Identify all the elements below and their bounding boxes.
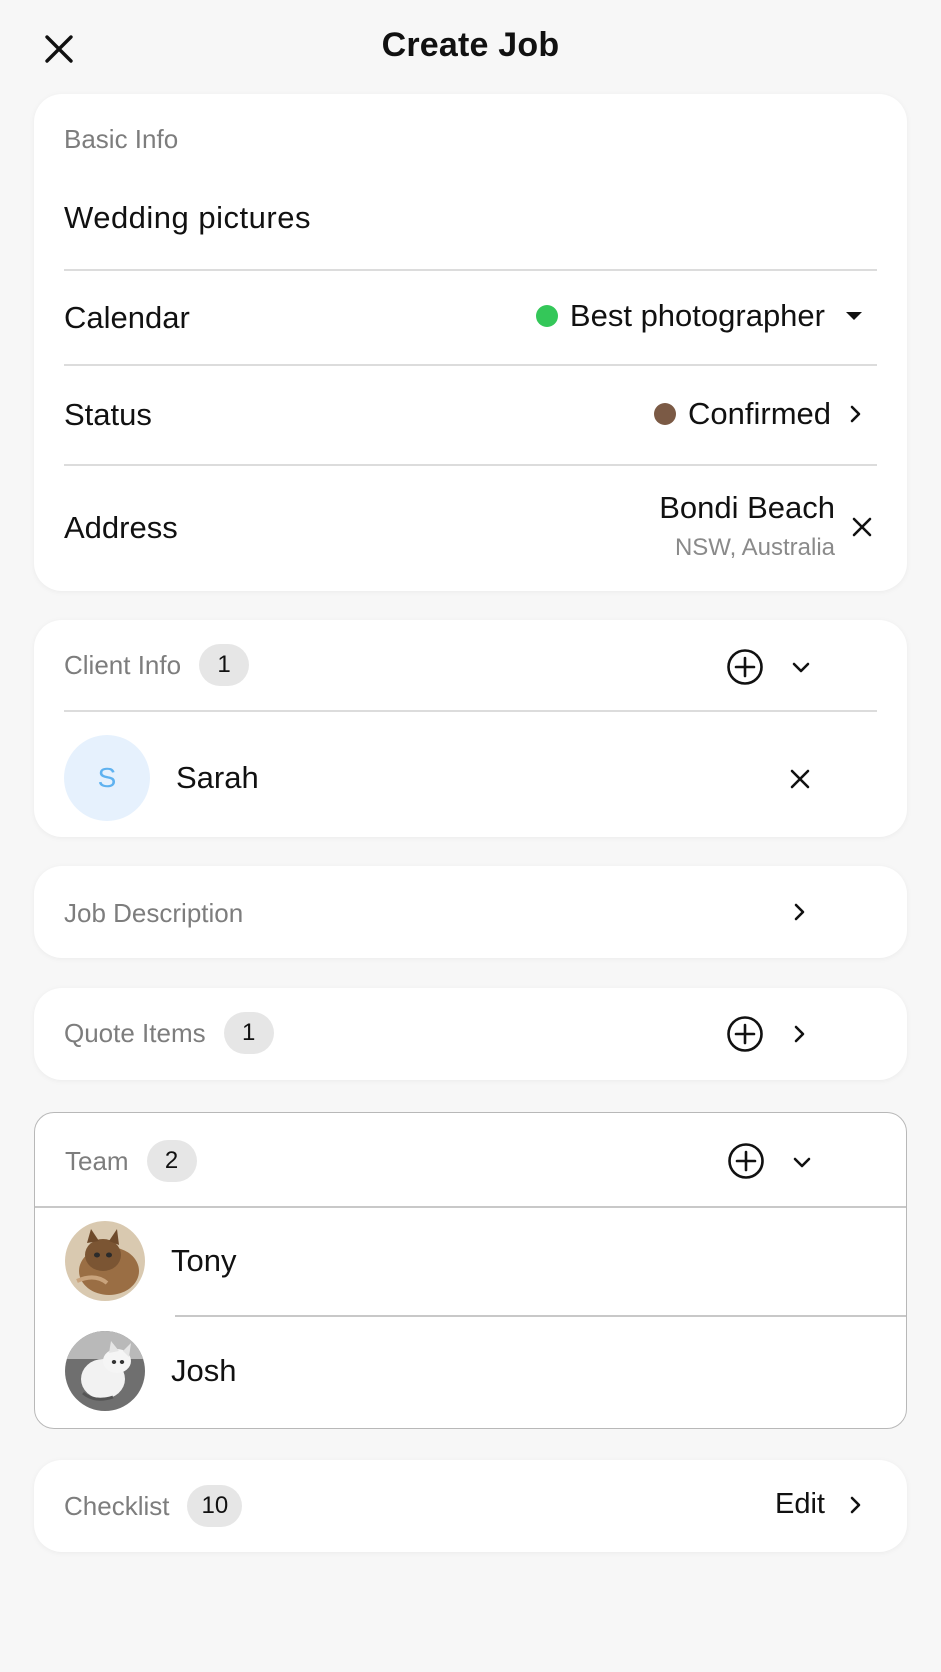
divider (35, 1206, 906, 1208)
avatar: S (64, 735, 150, 821)
team-member-row[interactable]: Tony (65, 1221, 236, 1301)
plus-circle-icon (727, 649, 763, 685)
add-team-member-button[interactable] (725, 1140, 767, 1182)
client-count-badge: 1 (199, 644, 250, 686)
checklist-header: Checklist 10 (64, 1485, 243, 1527)
calendar-color-dot (535, 305, 558, 327)
open-quote-items[interactable] (786, 1020, 814, 1048)
cat-photo-icon (65, 1331, 145, 1411)
remove-client-button[interactable] (784, 763, 816, 795)
header: Create Job (0, 0, 941, 96)
team-card: Team 2 Tony Josh (34, 1112, 907, 1429)
close-icon (790, 769, 810, 789)
quote-items-card[interactable]: Quote Items 1 (34, 988, 907, 1080)
address-value[interactable]: Bondi Beach NSW, Australia (659, 490, 835, 562)
team-count-badge: 2 (146, 1140, 197, 1182)
address-line1: Bondi Beach (659, 490, 835, 525)
create-job-screen: Create Job Basic Info Wedding pictures C… (0, 0, 941, 1672)
plus-circle-icon (727, 1016, 763, 1052)
quote-items-header: Quote Items 1 (64, 1012, 274, 1054)
team-label: Team (65, 1145, 129, 1176)
chevron-right-icon (794, 903, 805, 921)
basic-info-label: Basic Info (64, 124, 179, 154)
calendar-value: Best photographer (569, 298, 825, 333)
client-row[interactable]: S Sarah (64, 735, 259, 821)
collapse-client-button[interactable] (786, 652, 816, 682)
plus-circle-icon (728, 1143, 764, 1179)
team-member-name: Tony (171, 1243, 237, 1278)
caret-down-icon (846, 312, 862, 320)
divider (64, 269, 877, 271)
avatar (65, 1221, 145, 1301)
page-title: Create Job (381, 26, 560, 64)
basic-info-card: Basic Info Wedding pictures Calendar Bes… (34, 94, 907, 591)
job-title-field[interactable]: Wedding pictures (64, 200, 311, 236)
divider (175, 1315, 906, 1317)
chevron-right-icon (794, 1025, 805, 1043)
client-name: Sarah (176, 760, 259, 795)
divider (64, 710, 877, 712)
team-member-name: Josh (171, 1353, 237, 1388)
quote-count-badge: 1 (223, 1012, 274, 1054)
collapse-team-button[interactable] (787, 1147, 817, 1177)
clear-address-button[interactable] (847, 512, 877, 542)
avatar-initial: S (97, 762, 117, 793)
status-label: Status (64, 397, 152, 432)
address-line2: NSW, Australia (674, 534, 835, 561)
status-value: Confirmed (688, 396, 831, 431)
team-header[interactable]: Team 2 (65, 1140, 197, 1182)
status-color-dot (654, 403, 676, 425)
team-member-row[interactable]: Josh (65, 1331, 236, 1411)
chevron-right-icon (850, 1496, 861, 1513)
close-icon (852, 517, 872, 537)
quote-items-label: Quote Items (64, 1017, 206, 1048)
address-label: Address (64, 510, 178, 545)
add-quote-item-button[interactable] (724, 1013, 766, 1055)
calendar-label: Calendar (64, 300, 190, 335)
client-info-header[interactable]: Client Info 1 (64, 644, 250, 686)
chevron-down-icon (793, 1157, 811, 1168)
edit-label: Edit (775, 1488, 825, 1520)
divider (64, 364, 877, 366)
client-info-label: Client Info (64, 649, 182, 680)
job-description-label: Job Description (64, 898, 244, 928)
status-selector[interactable]: Confirmed (654, 396, 869, 432)
avatar (65, 1331, 145, 1411)
open-job-description[interactable] (786, 898, 814, 926)
divider (64, 464, 877, 466)
chevron-right-icon (850, 405, 861, 423)
job-description-card[interactable]: Job Description (34, 866, 907, 958)
chevron-down-icon (792, 662, 810, 673)
checklist-card[interactable]: Checklist 10 Edit (34, 1460, 907, 1552)
edit-checklist-button[interactable]: Edit (775, 1488, 869, 1521)
checklist-count-badge: 10 (187, 1485, 243, 1527)
cat-photo-icon (65, 1221, 145, 1301)
client-info-card: Client Info 1 S Sarah (34, 620, 907, 837)
checklist-label: Checklist (64, 1490, 170, 1521)
add-client-button[interactable] (724, 646, 766, 688)
calendar-selector[interactable]: Best photographer (535, 298, 871, 334)
